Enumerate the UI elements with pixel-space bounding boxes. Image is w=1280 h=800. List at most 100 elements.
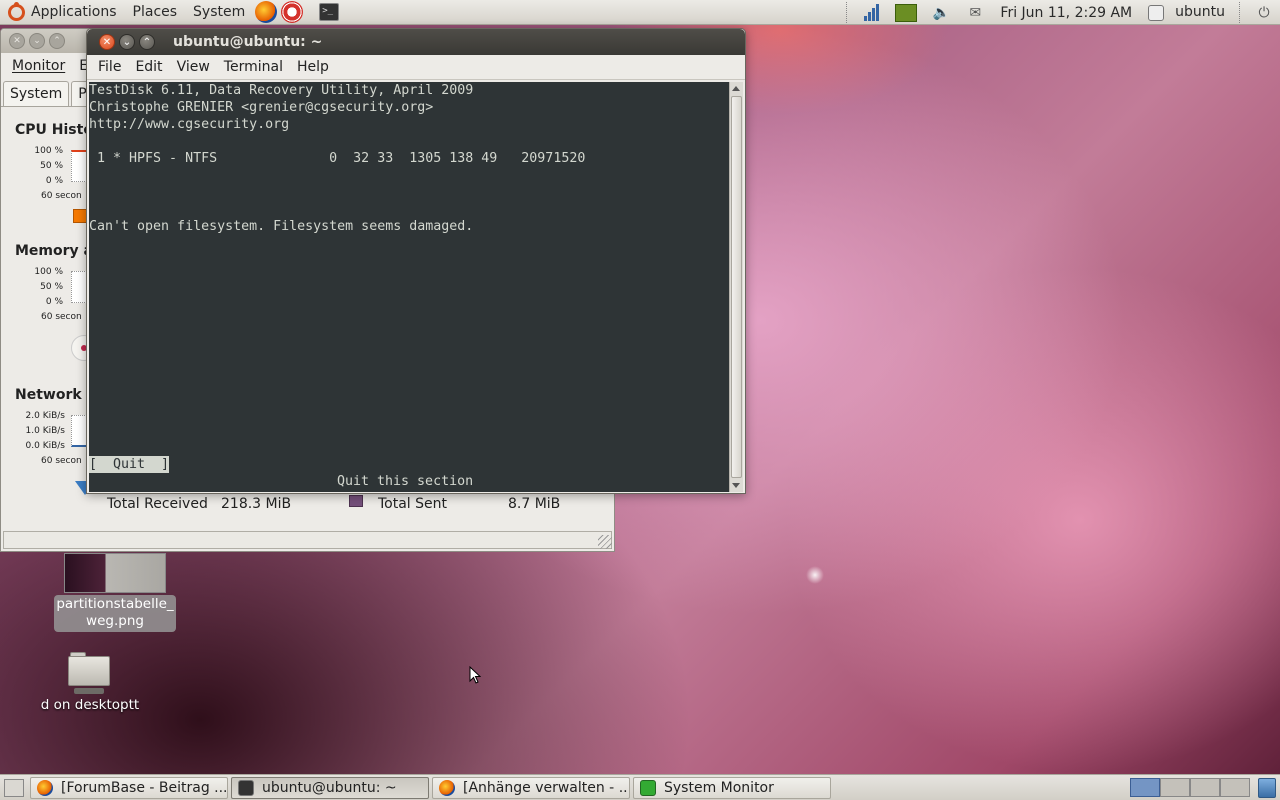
memory-heading: Memory a [15, 243, 93, 259]
taskbar-item-anhaenge[interactable]: [Anhänge verwalten - ... [432, 776, 630, 799]
sent-color-swatch[interactable] [349, 495, 363, 507]
power-icon[interactable]: ⏻ [1254, 4, 1274, 22]
scroll-thumb[interactable] [731, 96, 742, 478]
minimize-icon[interactable]: ⌄ [119, 34, 135, 50]
total-received-value: 218.3 MiB [221, 496, 292, 512]
system-tray: 🔈 ✉ Fri Jun 11, 2:29 AM ubuntu ⏻ [840, 0, 1280, 25]
cpu-history-heading: CPU Histo [15, 122, 93, 138]
total-received-label: Total Received [107, 496, 208, 512]
workspace-4[interactable] [1220, 778, 1250, 797]
system-menu[interactable]: System [185, 0, 253, 25]
terminal-titlebar[interactable]: ✕ ⌄ ⌃ ubuntu@ubuntu: ~ [87, 29, 745, 55]
terminal-icon [238, 779, 254, 796]
window-title: ubuntu@ubuntu: ~ [173, 34, 323, 50]
ubuntu-logo-icon [8, 1, 25, 21]
taskbar-item-label: [ForumBase - Beitrag ... [61, 779, 228, 796]
terminal-scrollbar[interactable] [729, 82, 743, 492]
folder-icon[interactable] [68, 650, 110, 694]
maximize-icon[interactable]: ⌃ [139, 34, 155, 50]
net-axis-2: 2.0 KiB/s [25, 411, 65, 421]
user-icon [1148, 4, 1165, 21]
total-sent-value: 8.7 MiB [508, 496, 561, 512]
desktop-icon-label[interactable]: d on desktoptt [20, 697, 160, 713]
menu-view[interactable]: View [170, 59, 217, 75]
scroll-down-icon[interactable] [732, 483, 740, 488]
top-panel: Applications Places System >_ 🔈 ✉ Fri Ju… [0, 0, 1280, 25]
terminal-menubar: File Edit View Terminal Help [87, 55, 745, 80]
firefox-icon [439, 779, 455, 796]
taskbar-item-forumbase[interactable]: [ForumBase - Beitrag ... [30, 776, 228, 799]
terminal-line: TestDisk 6.11, Data Recovery Utility, Ap… [89, 83, 474, 98]
mail-icon[interactable]: ✉ [965, 4, 985, 22]
resize-grip-icon[interactable] [598, 535, 612, 549]
maximize-icon[interactable]: ⌃ [49, 33, 65, 49]
terminal-line: http://www.cgsecurity.org [89, 117, 290, 132]
taskbar-item-label: [Anhänge verwalten - ... [463, 779, 630, 796]
menu-file[interactable]: File [91, 59, 128, 75]
cpu-axis-100: 100 % [34, 146, 63, 156]
terminal-line: Christophe GRENIER <grenier@cgsecurity.o… [89, 100, 434, 115]
terminal-screen[interactable]: TestDisk 6.11, Data Recovery Utility, Ap… [89, 82, 729, 492]
clock[interactable]: Fri Jun 11, 2:29 AM [992, 5, 1140, 21]
taskbar-item-terminal[interactable]: ubuntu@ubuntu: ~ [231, 776, 429, 799]
applications-menu-label: Applications [31, 3, 117, 20]
show-desktop-icon[interactable] [4, 778, 24, 797]
menu-help[interactable]: Help [290, 59, 336, 75]
cpu-axis-50: 50 % [40, 161, 63, 171]
cpu-axis-time: 60 secon [41, 191, 82, 201]
quit-hint: Quit this section [337, 474, 474, 489]
tray-separator [1239, 2, 1241, 23]
tab-system[interactable]: System [3, 81, 70, 106]
mem-axis-50: 50 % [40, 282, 63, 292]
network-heading: Network I [15, 387, 92, 403]
workspace-switcher [1130, 778, 1250, 797]
mem-axis-100: 100 % [34, 267, 63, 277]
volume-icon[interactable]: 🔈 [931, 4, 951, 22]
user-name: ubuntu [1175, 4, 1225, 20]
wallpaper-sparkle [806, 566, 824, 584]
terminal-launcher-icon[interactable]: >_ [319, 3, 340, 21]
menu-monitor[interactable]: Monitor [5, 58, 72, 74]
total-sent-label: Total Sent [378, 496, 448, 512]
trash-icon[interactable] [1258, 778, 1276, 798]
terminal-window: ✕ ⌄ ⌃ ubuntu@ubuntu: ~ File Edit View Te… [86, 28, 746, 494]
close-icon[interactable]: ✕ [9, 33, 25, 49]
minimize-icon[interactable]: ⌄ [29, 33, 45, 49]
net-axis-1: 1.0 KiB/s [25, 426, 65, 436]
taskbar-item-label: System Monitor [664, 779, 774, 796]
workspace-2[interactable] [1160, 778, 1190, 797]
taskbar-item-system-monitor[interactable]: System Monitor [633, 776, 831, 799]
net-axis-0: 0.0 KiB/s [25, 441, 65, 451]
net-axis-time: 60 secon [41, 456, 82, 466]
cpu-axis-0: 0 % [45, 176, 63, 186]
bottom-panel: [ForumBase - Beitrag ... ubuntu@ubuntu: … [0, 774, 1280, 800]
desktop-icon-label: partitionstabelle_ weg.png [56, 596, 174, 629]
error-message: Can't open filesystem. Filesystem seems … [89, 219, 474, 234]
close-icon[interactable]: ✕ [99, 34, 115, 50]
network-totals: Total Received 218.3 MiB Total Sent 8.7 … [1, 496, 614, 516]
workspace-1[interactable] [1130, 778, 1160, 797]
system-monitor-icon [640, 779, 656, 796]
menu-terminal[interactable]: Terminal [217, 59, 290, 75]
scroll-up-icon[interactable] [732, 86, 740, 91]
image-thumbnail-icon[interactable] [64, 553, 166, 593]
applications-menu[interactable]: Applications [0, 0, 125, 25]
places-menu[interactable]: Places [125, 0, 186, 25]
partition-row: 1 * HPFS - NTFS 0 32 33 1305 138 49 2097… [89, 151, 586, 166]
cpu-color-swatch[interactable] [73, 209, 87, 223]
quit-button[interactable]: [ Quit ] [89, 456, 170, 473]
desktop-icon-partitionstabelle[interactable]: partitionstabelle_ weg.png [54, 595, 176, 632]
help-launcher-icon[interactable] [281, 1, 304, 23]
tray-separator [846, 2, 848, 23]
workspace-3[interactable] [1190, 778, 1220, 797]
network-icon[interactable] [861, 4, 881, 22]
firefox-icon [37, 779, 53, 796]
status-bar [3, 531, 612, 549]
menu-edit[interactable]: Edit [128, 59, 169, 75]
system-monitor-applet-icon[interactable] [895, 3, 918, 22]
mem-axis-time: 60 secon [41, 312, 82, 322]
user-menu[interactable]: ubuntu [1140, 0, 1233, 25]
taskbar-item-label: ubuntu@ubuntu: ~ [262, 779, 397, 796]
firefox-launcher-icon[interactable] [255, 1, 278, 23]
mem-axis-0: 0 % [45, 297, 63, 307]
